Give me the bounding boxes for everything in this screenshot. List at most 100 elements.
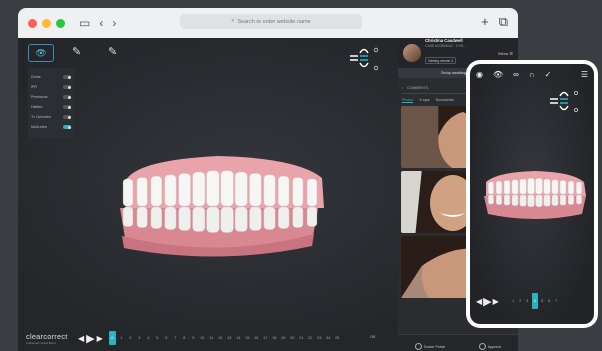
minimize-window-button[interactable] — [42, 18, 51, 28]
new-tab-icon[interactable]: + — [481, 15, 489, 29]
layer-row: IPR — [31, 82, 71, 92]
timeline-step[interactable]: 24 — [324, 336, 333, 340]
play-icon[interactable]: ▶ — [483, 295, 491, 308]
timeline-step[interactable]: 25 — [333, 336, 342, 340]
layer-toggle[interactable] — [63, 125, 71, 129]
timeline-step[interactable]: 21 — [297, 336, 306, 340]
timeline-step[interactable]: 17 — [261, 336, 270, 340]
lower-tooth — [511, 194, 519, 206]
layer-toggle[interactable] — [63, 105, 71, 109]
phone-screen: ◉ 👁︎ ∞ ∩ ✓ ☰ ◀ ▶ ▶ 1234567 — [470, 64, 594, 324]
sidebar-icon[interactable]: ▭ — [79, 17, 90, 29]
timeline-step[interactable]: 16 — [252, 336, 261, 340]
lower-tooth — [220, 206, 234, 233]
layer-toggle[interactable] — [63, 115, 71, 119]
url-bar[interactable]: ⌕ Search or enter website name — [180, 14, 362, 29]
timeline-step[interactable]: 6 — [162, 336, 171, 340]
timeline-step[interactable]: 7 — [553, 299, 560, 303]
draw-tool-icon[interactable]: ✎ — [72, 45, 81, 58]
timeline-step[interactable]: 18 — [270, 336, 279, 340]
layer-label: Precisions — [31, 95, 48, 99]
browser-toolbar: ▭ ‹ › ⌕ Search or enter website name + ⧉ — [18, 8, 518, 38]
treatment-timeline: ◀ ▶ ▶ 0 1 2 3 4 5 6 7 8 9 10 11 12 13 14 15 16 17 18 19 20 21… — [78, 328, 368, 348]
tab-xrays[interactable]: X-rays — [419, 98, 429, 103]
annotate-tool-icon[interactable]: ✎ — [108, 45, 117, 58]
timeline-step[interactable]: 2 — [517, 299, 524, 303]
lower-tooth — [150, 206, 162, 229]
timeline-step[interactable]: 3 — [135, 336, 144, 340]
upper-tooth — [278, 176, 290, 207]
timeline-step[interactable]: 6 — [546, 299, 553, 303]
hamburger-icon[interactable]: ☰ — [581, 70, 588, 79]
timeline-step[interactable]: 8 — [180, 336, 189, 340]
check-icon[interactable]: ✓ — [545, 70, 552, 79]
lower-tooth — [206, 206, 220, 233]
layer-toggle[interactable] — [63, 95, 71, 99]
timeline-step[interactable]: 3 — [524, 299, 531, 303]
tab-photos[interactable]: Photos — [402, 98, 414, 103]
jaw-view-icon[interactable] — [348, 44, 388, 74]
lower-tooth — [292, 206, 304, 228]
lower-tooth — [559, 194, 567, 206]
timeline-step[interactable]: 13 — [225, 336, 234, 340]
layer-toggle[interactable] — [63, 75, 71, 79]
upper-tooth — [136, 177, 148, 207]
timeline-step[interactable]: 0 — [108, 331, 116, 345]
comments-label: COMMENTS — [407, 85, 429, 90]
forward-icon[interactable]: › — [112, 17, 116, 29]
upper-tooth — [150, 176, 162, 207]
step-forward-icon[interactable]: ▶ — [493, 297, 499, 306]
timeline-step[interactable]: 5 — [153, 336, 162, 340]
version-select[interactable]: Viewing version 3 — [425, 57, 456, 65]
approve-icon — [478, 343, 486, 350]
user-icon[interactable]: ◉ — [476, 70, 483, 79]
timeline-step[interactable]: 12 — [216, 336, 225, 340]
timeline-step[interactable]: 15 — [243, 336, 252, 340]
timeline-step[interactable]: 7 — [171, 336, 180, 340]
upper-tooth — [503, 180, 511, 195]
step-back-icon[interactable]: ◀ — [78, 334, 84, 343]
play-icon[interactable]: ▶ — [86, 332, 94, 345]
timeline-step[interactable]: 4 — [144, 336, 153, 340]
lower-tooth — [503, 194, 511, 206]
timeline-step[interactable]: 1 — [510, 299, 517, 303]
dental-arch-model[interactable] — [98, 138, 338, 268]
step-back-icon[interactable]: ◀ — [476, 297, 482, 306]
zoom-window-button[interactable] — [56, 18, 65, 28]
timeline-step[interactable]: 20 — [288, 336, 297, 340]
upper-tooth — [576, 181, 582, 195]
hamburger-icon: ☰ — [509, 50, 513, 56]
timeline-step[interactable]: 11 — [207, 336, 216, 340]
ok-button[interactable]: OK — [370, 334, 376, 339]
timeline-step[interactable]: 5 — [539, 299, 546, 303]
timeline-step[interactable]: 19 — [279, 336, 288, 340]
lower-tooth — [568, 194, 574, 205]
step-forward-icon[interactable]: ▶ — [97, 334, 103, 343]
dental-arch-model[interactable] — [478, 164, 592, 224]
jaw-view-icon[interactable] — [548, 88, 584, 116]
layer-toggle[interactable] — [63, 85, 71, 89]
visibility-tool-button[interactable]: 👁︎ — [28, 44, 54, 62]
tabs-overview-icon[interactable]: ⧉ — [499, 15, 508, 29]
timeline-step[interactable]: 9 — [189, 336, 198, 340]
timeline-step[interactable]: 14 — [234, 336, 243, 340]
viewer-app: 👁︎ ✎ ✎ Gums IPR Precisions Hidden Tx Overvie… — [18, 38, 518, 351]
lower-tooth — [576, 194, 582, 205]
approve-button[interactable]: Approve — [478, 343, 501, 350]
timeline-step[interactable]: 10 — [198, 336, 207, 340]
menu-button[interactable]: Menu ☰ — [498, 51, 513, 56]
timeline-step[interactable]: 22 — [306, 336, 315, 340]
upper-tooth — [496, 181, 502, 195]
back-icon[interactable]: ‹ — [99, 17, 103, 29]
timeline-step[interactable]: 2 — [126, 336, 135, 340]
timeline-step[interactable]: 4 — [531, 293, 538, 309]
doctor-portal-button[interactable]: Doctor Portal — [414, 343, 445, 350]
close-window-button[interactable] — [28, 18, 37, 28]
arch-icon[interactable]: ∩ — [529, 70, 535, 79]
tab-documents[interactable]: Documents — [436, 98, 454, 103]
link-icon[interactable]: ∞ — [513, 70, 519, 79]
timeline-step[interactable]: 23 — [315, 336, 324, 340]
avatar — [403, 44, 421, 62]
eye-icon[interactable]: 👁︎ — [493, 70, 503, 79]
timeline-step[interactable]: 1 — [117, 336, 126, 340]
